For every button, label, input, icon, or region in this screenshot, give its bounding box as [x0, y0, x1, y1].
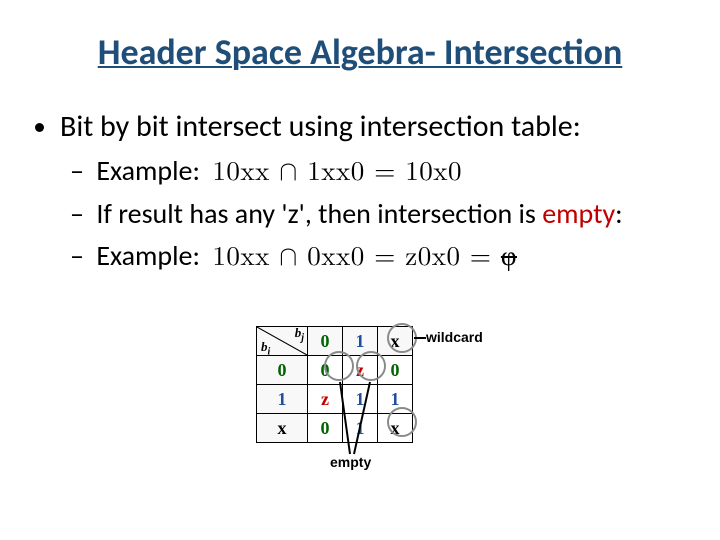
slide-title: Header Space Algebra- Intersection — [36, 30, 684, 74]
row-header-1: 1 — [257, 385, 308, 414]
example2-math-phi: φ — [501, 241, 517, 271]
sub-bullet-example1: Example: 10xx ∩ 1xx0 = 10x0 — [90, 152, 684, 191]
example2-math-a: 10xx ∩ 0xx0 = z0x0 = — [212, 244, 501, 271]
bullet-list: Bit by bit intersect using intersection … — [36, 108, 684, 276]
empty-annotation: empty — [330, 454, 371, 470]
row-header-x: x — [257, 414, 308, 443]
col-header-x: x — [378, 327, 413, 356]
sub-bullet-rule: If result has any 'z', then intersection… — [90, 195, 684, 233]
example1-math: 10xx ∩ 1xx0 = 10x0 — [206, 159, 462, 186]
rule-empty-word: empty — [542, 196, 615, 231]
row-header-0: 0 — [257, 356, 308, 385]
table-header-row: bi bj 0 1 x — [257, 327, 413, 356]
bullet-main: Bit by bit intersect using intersection … — [60, 108, 684, 276]
example2-math: 10xx ∩ 0xx0 = z0x0 = φ — [206, 244, 517, 271]
rule-before: If result has any 'z', then intersection… — [96, 196, 542, 231]
cell-1-2: 1 — [378, 385, 413, 414]
empty-arrow-icon — [330, 376, 380, 456]
wildcard-arrow — [414, 337, 426, 339]
intersection-table-wrap: bi bj 0 1 x 0 0 z 0 1 z 1 1 x 0 — [256, 326, 516, 443]
slide: Header Space Algebra- Intersection Bit b… — [0, 0, 720, 540]
wildcard-annotation: wildcard — [426, 329, 483, 345]
axis-diagonal-cell: bi bj — [257, 327, 308, 356]
col-header-0: 0 — [308, 327, 343, 356]
cell-2-2: x — [378, 414, 413, 443]
bullet-main-text: Bit by bit intersect using intersection … — [60, 108, 581, 145]
col-header-1: 1 — [343, 327, 378, 356]
sub-bullet-list: Example: 10xx ∩ 1xx0 = 10x0 If result ha… — [60, 152, 684, 277]
cell-0-2: 0 — [378, 356, 413, 385]
sub-bullet-example2: Example: 10xx ∩ 0xx0 = z0x0 = φ — [90, 237, 684, 276]
col-axis-label: bj — [295, 325, 304, 344]
row-axis-label: bi — [261, 339, 270, 358]
rule-after: : — [615, 196, 623, 231]
example1-label: Example: — [96, 153, 200, 188]
example2-label: Example: — [96, 238, 200, 273]
